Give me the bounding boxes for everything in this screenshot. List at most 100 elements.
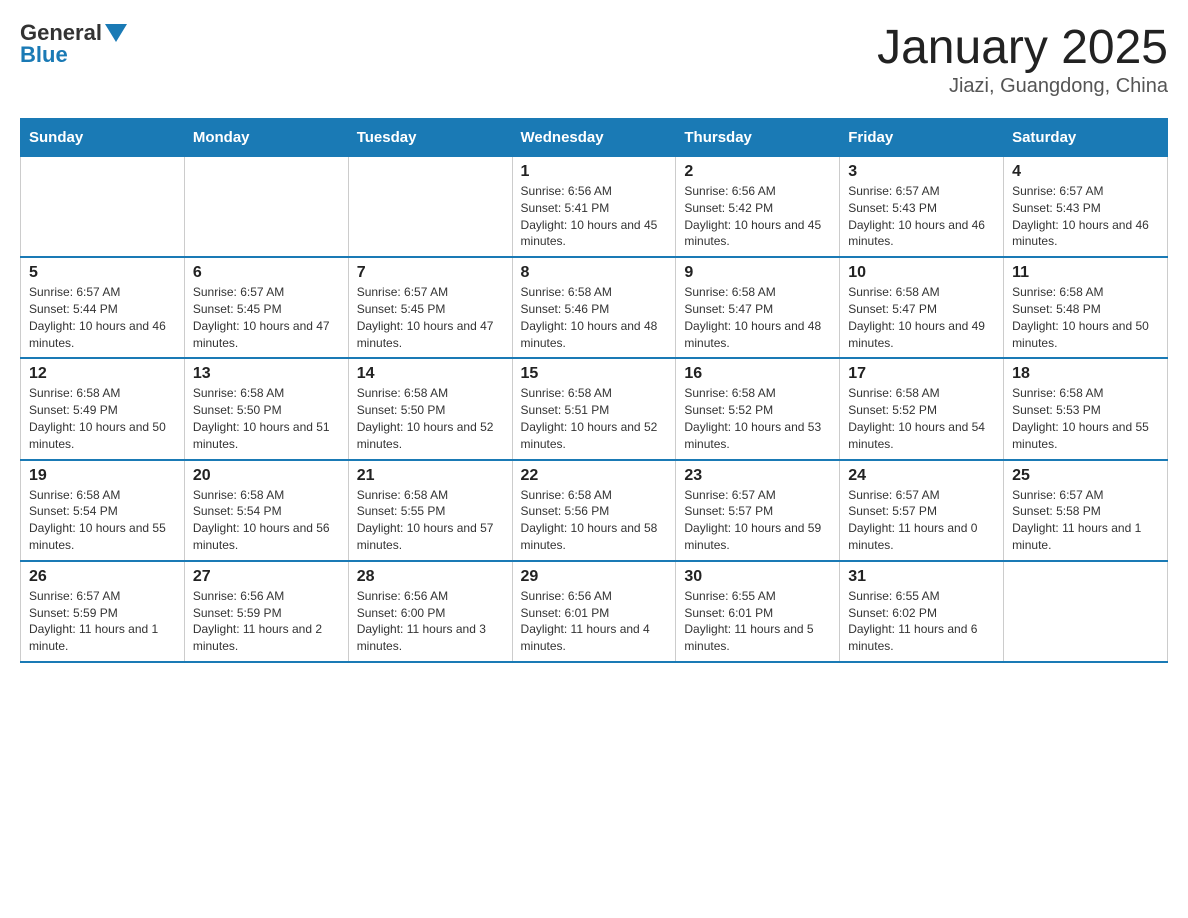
day-cell: 19 Sunrise: 6:58 AMSunset: 5:54 PMDayligh… [21, 460, 185, 561]
day-info: Sunrise: 6:58 AMSunset: 5:46 PMDaylight:… [521, 284, 668, 351]
day-info: Sunrise: 6:55 AMSunset: 6:02 PMDaylight:… [848, 588, 995, 655]
day-number: 17 [848, 365, 995, 383]
day-info: Sunrise: 6:58 AMSunset: 5:49 PMDaylight:… [29, 385, 176, 452]
day-number: 10 [848, 264, 995, 282]
day-number: 29 [521, 568, 668, 586]
day-info: Sunrise: 6:58 AMSunset: 5:56 PMDaylight:… [521, 487, 668, 554]
day-cell: 16 Sunrise: 6:58 AMSunset: 5:52 PMDayligh… [676, 358, 840, 459]
week-row-2: 5 Sunrise: 6:57 AMSunset: 5:44 PMDaylight… [21, 257, 1168, 358]
day-number: 13 [193, 365, 340, 383]
day-number: 20 [193, 467, 340, 485]
calendar-subtitle: Jiazi, Guangdong, China [877, 75, 1168, 98]
day-number: 2 [684, 163, 831, 181]
day-info: Sunrise: 6:58 AMSunset: 5:50 PMDaylight:… [357, 385, 504, 452]
day-header-saturday: Saturday [1004, 119, 1168, 157]
day-info: Sunrise: 6:57 AMSunset: 5:43 PMDaylight:… [1012, 183, 1159, 250]
day-cell: 7 Sunrise: 6:57 AMSunset: 5:45 PMDaylight… [348, 257, 512, 358]
day-cell: 1 Sunrise: 6:56 AMSunset: 5:41 PMDaylight… [512, 157, 676, 258]
day-info: Sunrise: 6:56 AMSunset: 5:41 PMDaylight:… [521, 183, 668, 250]
day-info: Sunrise: 6:56 AMSunset: 5:42 PMDaylight:… [684, 183, 831, 250]
day-number: 12 [29, 365, 176, 383]
day-header-tuesday: Tuesday [348, 119, 512, 157]
day-cell: 20 Sunrise: 6:58 AMSunset: 5:54 PMDayligh… [184, 460, 348, 561]
day-info: Sunrise: 6:57 AMSunset: 5:43 PMDaylight:… [848, 183, 995, 250]
week-row-4: 19 Sunrise: 6:58 AMSunset: 5:54 PMDayligh… [21, 460, 1168, 561]
title-block: January 2025 Jiazi, Guangdong, China [877, 20, 1168, 98]
day-number: 19 [29, 467, 176, 485]
day-info: Sunrise: 6:58 AMSunset: 5:54 PMDaylight:… [193, 487, 340, 554]
day-cell: 25 Sunrise: 6:57 AMSunset: 5:58 PMDayligh… [1004, 460, 1168, 561]
day-info: Sunrise: 6:57 AMSunset: 5:57 PMDaylight:… [848, 487, 995, 554]
day-info: Sunrise: 6:57 AMSunset: 5:58 PMDaylight:… [1012, 487, 1159, 554]
logo: General Blue [20, 20, 127, 68]
header-row: SundayMondayTuesdayWednesdayThursdayFrid… [21, 119, 1168, 157]
day-cell: 24 Sunrise: 6:57 AMSunset: 5:57 PMDayligh… [840, 460, 1004, 561]
day-info: Sunrise: 6:58 AMSunset: 5:47 PMDaylight:… [848, 284, 995, 351]
day-number: 27 [193, 568, 340, 586]
day-number: 16 [684, 365, 831, 383]
day-cell: 27 Sunrise: 6:56 AMSunset: 5:59 PMDayligh… [184, 561, 348, 662]
day-number: 9 [684, 264, 831, 282]
day-header-monday: Monday [184, 119, 348, 157]
day-number: 4 [1012, 163, 1159, 181]
day-cell: 30 Sunrise: 6:55 AMSunset: 6:01 PMDayligh… [676, 561, 840, 662]
week-row-5: 26 Sunrise: 6:57 AMSunset: 5:59 PMDayligh… [21, 561, 1168, 662]
day-cell: 17 Sunrise: 6:58 AMSunset: 5:52 PMDayligh… [840, 358, 1004, 459]
day-cell: 2 Sunrise: 6:56 AMSunset: 5:42 PMDaylight… [676, 157, 840, 258]
day-cell: 26 Sunrise: 6:57 AMSunset: 5:59 PMDayligh… [21, 561, 185, 662]
day-cell: 28Sunrise: 6:56 AMSunset: 6:00 PMDayligh… [348, 561, 512, 662]
day-number: 5 [29, 264, 176, 282]
calendar-title: January 2025 [877, 20, 1168, 75]
day-cell: 9 Sunrise: 6:58 AMSunset: 5:47 PMDaylight… [676, 257, 840, 358]
day-info: Sunrise: 6:57 AMSunset: 5:45 PMDaylight:… [193, 284, 340, 351]
day-cell: 12 Sunrise: 6:58 AMSunset: 5:49 PMDayligh… [21, 358, 185, 459]
day-info: Sunrise: 6:58 AMSunset: 5:52 PMDaylight:… [684, 385, 831, 452]
day-cell: 21 Sunrise: 6:58 AMSunset: 5:55 PMDayligh… [348, 460, 512, 561]
week-row-3: 12 Sunrise: 6:58 AMSunset: 5:49 PMDayligh… [21, 358, 1168, 459]
day-header-wednesday: Wednesday [512, 119, 676, 157]
calendar-table: SundayMondayTuesdayWednesdayThursdayFrid… [20, 118, 1168, 663]
day-number: 26 [29, 568, 176, 586]
day-info: Sunrise: 6:57 AMSunset: 5:59 PMDaylight:… [29, 588, 176, 655]
day-number: 21 [357, 467, 504, 485]
day-number: 18 [1012, 365, 1159, 383]
day-info: Sunrise: 6:58 AMSunset: 5:47 PMDaylight:… [684, 284, 831, 351]
day-info: Sunrise: 6:58 AMSunset: 5:50 PMDaylight:… [193, 385, 340, 452]
day-cell: 5 Sunrise: 6:57 AMSunset: 5:44 PMDaylight… [21, 257, 185, 358]
day-info: Sunrise: 6:58 AMSunset: 5:52 PMDaylight:… [848, 385, 995, 452]
day-cell: 15 Sunrise: 6:58 AMSunset: 5:51 PMDayligh… [512, 358, 676, 459]
logo-blue-text: Blue [20, 42, 68, 68]
day-cell [21, 157, 185, 258]
day-cell: 18Sunrise: 6:58 AMSunset: 5:53 PMDayligh… [1004, 358, 1168, 459]
day-cell: 6 Sunrise: 6:57 AMSunset: 5:45 PMDaylight… [184, 257, 348, 358]
day-header-sunday: Sunday [21, 119, 185, 157]
day-number: 6 [193, 264, 340, 282]
day-number: 1 [521, 163, 668, 181]
day-info: Sunrise: 6:58 AMSunset: 5:48 PMDaylight:… [1012, 284, 1159, 351]
day-number: 7 [357, 264, 504, 282]
day-cell [184, 157, 348, 258]
day-info: Sunrise: 6:57 AMSunset: 5:45 PMDaylight:… [357, 284, 504, 351]
day-info: Sunrise: 6:56 AMSunset: 5:59 PMDaylight:… [193, 588, 340, 655]
day-number: 30 [684, 568, 831, 586]
day-number: 24 [848, 467, 995, 485]
day-number: 15 [521, 365, 668, 383]
day-cell: 31Sunrise: 6:55 AMSunset: 6:02 PMDayligh… [840, 561, 1004, 662]
day-cell: 8Sunrise: 6:58 AMSunset: 5:46 PMDaylight… [512, 257, 676, 358]
page-header: General Blue January 2025 Jiazi, Guangdo… [20, 20, 1168, 98]
day-info: Sunrise: 6:56 AMSunset: 6:01 PMDaylight:… [521, 588, 668, 655]
day-info: Sunrise: 6:58 AMSunset: 5:54 PMDaylight:… [29, 487, 176, 554]
day-cell [348, 157, 512, 258]
day-info: Sunrise: 6:58 AMSunset: 5:55 PMDaylight:… [357, 487, 504, 554]
day-info: Sunrise: 6:55 AMSunset: 6:01 PMDaylight:… [684, 588, 831, 655]
day-info: Sunrise: 6:58 AMSunset: 5:51 PMDaylight:… [521, 385, 668, 452]
day-cell: 4 Sunrise: 6:57 AMSunset: 5:43 PMDaylight… [1004, 157, 1168, 258]
day-cell: 29 Sunrise: 6:56 AMSunset: 6:01 PMDayligh… [512, 561, 676, 662]
week-row-1: 1 Sunrise: 6:56 AMSunset: 5:41 PMDaylight… [21, 157, 1168, 258]
day-info: Sunrise: 6:57 AMSunset: 5:44 PMDaylight:… [29, 284, 176, 351]
day-info: Sunrise: 6:56 AMSunset: 6:00 PMDaylight:… [357, 588, 504, 655]
day-number: 14 [357, 365, 504, 383]
day-cell: 13 Sunrise: 6:58 AMSunset: 5:50 PMDayligh… [184, 358, 348, 459]
day-cell [1004, 561, 1168, 662]
day-number: 25 [1012, 467, 1159, 485]
